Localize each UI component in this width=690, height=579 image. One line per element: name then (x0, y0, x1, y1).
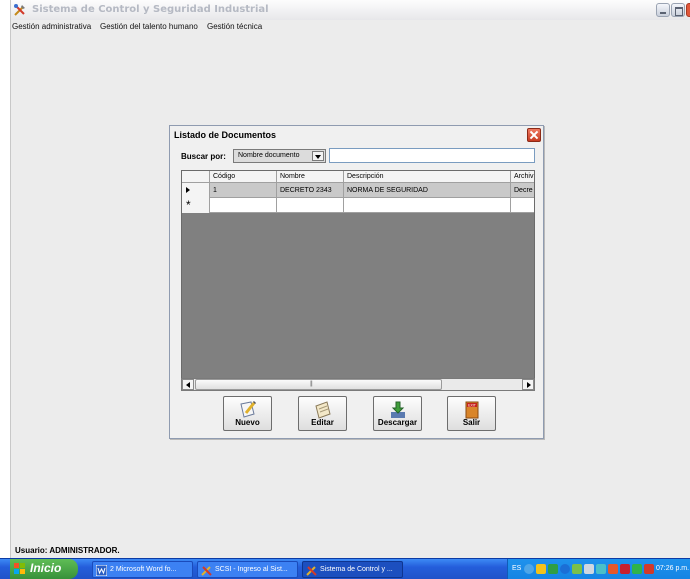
tools-icon (306, 566, 317, 576)
chevron-down-icon[interactable] (312, 151, 324, 161)
download-button[interactable]: Descargar (373, 396, 422, 431)
warning-tray-icon[interactable] (548, 564, 558, 574)
speaker-tray-icon[interactable] (596, 564, 606, 574)
download-icon (390, 401, 405, 418)
task-word-label: 2 Microsoft Word fo... (110, 566, 177, 573)
dialog-title: Listado de Documentos (174, 130, 277, 140)
tools-tray-icon[interactable] (644, 564, 654, 574)
edit-document-icon (314, 401, 331, 419)
exit-button[interactable]: EXIT Salir (447, 396, 496, 431)
documents-dialog: Listado de Documentos Buscar por: Nombre… (169, 125, 544, 439)
maximize-button[interactable] (671, 3, 685, 17)
new-row[interactable]: * (182, 198, 534, 213)
windows-logo-icon (14, 563, 25, 574)
system-tray: ES 07:26 p.m. (507, 559, 690, 579)
cell-codigo[interactable]: 1 (210, 183, 277, 198)
menu-gestion-administrativa[interactable]: Gestión administrativa (12, 22, 91, 31)
documents-grid[interactable]: Código Nombre Descripción Archiv 1 DECRE… (181, 170, 535, 391)
scroll-left-button[interactable] (182, 379, 194, 390)
app-tray-icon[interactable] (608, 564, 618, 574)
task-scsi-login[interactable]: SCSI - Ingreso al Sist... (197, 561, 298, 578)
horizontal-scrollbar[interactable] (181, 378, 535, 391)
task-sistema-control-label: Sistema de Control y ... (320, 566, 393, 573)
download-button-label: Descargar (377, 418, 418, 427)
scroll-thumb[interactable] (195, 379, 442, 390)
status-user: Usuario: ADMINISTRADOR. (15, 546, 120, 555)
tools-icon (14, 4, 25, 16)
new-row-asterisk-icon: * (186, 198, 191, 212)
edit-button[interactable]: Editar (298, 396, 347, 431)
new-document-icon (239, 400, 256, 418)
language-indicator[interactable]: ES (512, 565, 521, 572)
menu-gestion-talento-humano[interactable]: Gestión del talento humano (100, 22, 198, 31)
start-label: Inicio (30, 561, 62, 575)
cell-empty[interactable] (344, 198, 511, 213)
clock-tray-icon[interactable] (524, 564, 534, 574)
column-header-nombre[interactable]: Nombre (277, 171, 344, 183)
start-button[interactable]: Inicio (10, 559, 78, 579)
cell-archivo[interactable]: Decre (511, 183, 534, 198)
window-title: Sistema de Control y Seguridad Industria… (32, 4, 269, 15)
cell-empty[interactable] (511, 198, 534, 213)
task-sistema-control[interactable]: Sistema de Control y ... (302, 561, 403, 578)
search-field-select[interactable]: Nombre documento (233, 149, 326, 163)
window-close-button[interactable] (686, 3, 690, 17)
antivirus-tray-icon[interactable] (572, 564, 582, 574)
cell-empty[interactable] (277, 198, 344, 213)
column-header-archivo[interactable]: Archiv (511, 171, 534, 183)
search-label: Buscar por: (181, 152, 226, 161)
table-row[interactable]: 1 DECRETO 2343 NORMA DE SEGURIDAD Decre (182, 183, 534, 198)
menu-gestion-tecnica[interactable]: Gestión técnica (207, 22, 262, 31)
exit-button-label: Salir (462, 418, 481, 427)
task-word[interactable]: 2 Microsoft Word fo... (92, 561, 193, 578)
column-header-codigo[interactable]: Código (210, 171, 277, 183)
task-scsi-login-label: SCSI - Ingreso al Sist... (215, 566, 288, 573)
column-header-descripcion[interactable]: Descripción (344, 171, 511, 183)
new-button[interactable]: Nuevo (223, 396, 272, 431)
search-input[interactable] (329, 148, 535, 163)
minimize-button[interactable] (656, 3, 670, 17)
exit-door-icon: EXIT (465, 401, 478, 419)
row-selector[interactable]: * (182, 198, 210, 213)
clock: 07:26 p.m. (656, 565, 690, 572)
row-selector[interactable] (182, 183, 210, 198)
tools-icon (201, 566, 212, 576)
word-icon (96, 565, 107, 576)
taskbar: Inicio 2 Microsoft Word fo... SCSI - Ing… (0, 558, 690, 579)
header-row-selector (182, 171, 210, 183)
update-tray-icon[interactable] (632, 564, 642, 574)
grid-header: Código Nombre Descripción Archiv (182, 171, 534, 183)
network-tray-icon[interactable] (560, 564, 570, 574)
menu-bar: Gestión administrativa Gestión del talen… (11, 20, 690, 34)
shield-tray-icon[interactable] (536, 564, 546, 574)
current-row-arrow-icon (186, 187, 190, 193)
media-tray-icon[interactable] (620, 564, 630, 574)
cell-descripcion[interactable]: NORMA DE SEGURIDAD (344, 183, 511, 198)
dialog-close-button[interactable] (527, 128, 541, 142)
scroll-right-button[interactable] (522, 379, 534, 390)
edit-button-label: Editar (311, 418, 334, 427)
new-button-label: Nuevo (235, 418, 260, 427)
cell-nombre[interactable]: DECRETO 2343 (277, 183, 344, 198)
cell-empty[interactable] (210, 198, 277, 213)
connection-tray-icon[interactable] (584, 564, 594, 574)
title-bar[interactable]: Sistema de Control y Seguridad Industria… (11, 0, 690, 20)
search-field-value: Nombre documento (238, 152, 300, 159)
svg-text:EXIT: EXIT (468, 404, 477, 408)
